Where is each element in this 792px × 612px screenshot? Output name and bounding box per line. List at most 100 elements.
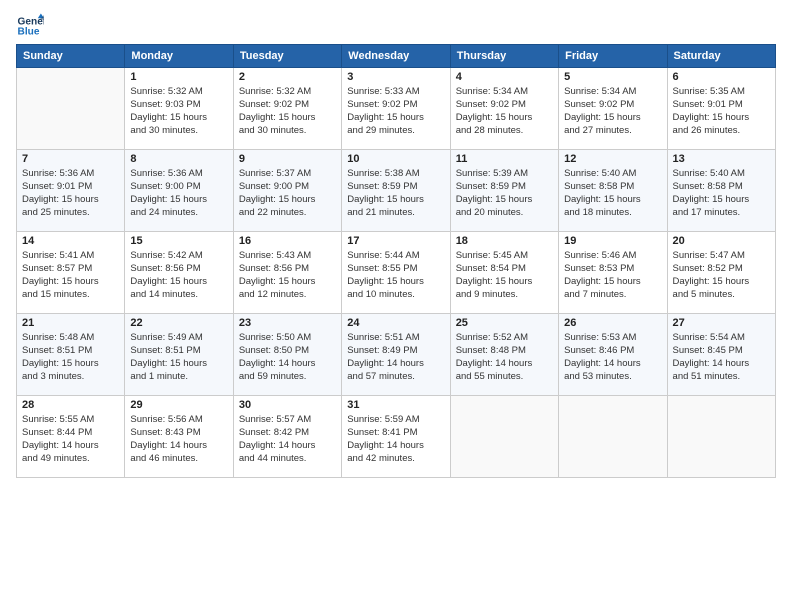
day-info: Sunrise: 5:46 AM Sunset: 8:53 PM Dayligh… [564,249,661,301]
day-number: 2 [239,71,336,83]
day-number: 24 [347,317,444,329]
day-info: Sunrise: 5:54 AM Sunset: 8:45 PM Dayligh… [673,331,770,383]
weekday-header-thursday: Thursday [450,45,558,68]
day-number: 29 [130,399,227,411]
calendar-cell: 21 Sunrise: 5:48 AM Sunset: 8:51 PM Dayli… [17,314,125,396]
calendar-cell: 2Sunrise: 5:32 AM Sunset: 9:02 PM Daylig… [233,68,341,150]
calendar-week-1: 1 Sunrise: 5:32 AM Sunset: 9:03 PM Daylig… [17,68,776,150]
day-number: 9 [239,153,336,165]
day-info: Sunrise: 5:49 AM Sunset: 8:51 PM Dayligh… [130,331,227,383]
day-info: Sunrise: 5:57 AM Sunset: 8:42 PM Dayligh… [239,413,336,465]
calendar-week-4: 21 Sunrise: 5:48 AM Sunset: 8:51 PM Dayli… [17,314,776,396]
day-number: 7 [22,153,119,165]
calendar-cell [17,68,125,150]
calendar-cell: 4Sunrise: 5:34 AM Sunset: 9:02 PM Daylig… [450,68,558,150]
calendar-cell: 7 Sunrise: 5:36 AM Sunset: 9:01 PM Daylig… [17,150,125,232]
day-info: Sunrise: 5:45 AM Sunset: 8:54 PM Dayligh… [456,249,553,301]
day-info: Sunrise: 5:41 AM Sunset: 8:57 PM Dayligh… [22,249,119,301]
day-number: 30 [239,399,336,411]
day-info: Sunrise: 5:39 AM Sunset: 8:59 PM Dayligh… [456,167,553,219]
calendar-cell: 30 Sunrise: 5:57 AM Sunset: 8:42 PM Dayli… [233,396,341,478]
day-number: 19 [564,235,661,247]
calendar-cell: 28 Sunrise: 5:55 AM Sunset: 8:44 PM Dayli… [17,396,125,478]
day-info: Sunrise: 5:53 AM Sunset: 8:46 PM Dayligh… [564,331,661,383]
day-number: 31 [347,399,444,411]
day-info: Sunrise: 5:42 AM Sunset: 8:56 PM Dayligh… [130,249,227,301]
day-info: Sunrise: 5:40 AM Sunset: 8:58 PM Dayligh… [673,167,770,219]
weekday-header-saturday: Saturday [667,45,775,68]
calendar-cell: 10 Sunrise: 5:38 AM Sunset: 8:59 PM Dayli… [342,150,450,232]
calendar-header-row: SundayMondayTuesdayWednesdayThursdayFrid… [17,45,776,68]
weekday-header-sunday: Sunday [17,45,125,68]
weekday-header-tuesday: Tuesday [233,45,341,68]
day-info: Sunrise: 5:43 AM Sunset: 8:56 PM Dayligh… [239,249,336,301]
day-info: Sunrise: 5:59 AM Sunset: 8:41 PM Dayligh… [347,413,444,465]
day-info: Sunrise: 5:44 AM Sunset: 8:55 PM Dayligh… [347,249,444,301]
day-number: 10 [347,153,444,165]
calendar-cell [450,396,558,478]
day-number: 17 [347,235,444,247]
calendar-cell: 3 Sunrise: 5:33 AM Sunset: 9:02 PM Daylig… [342,68,450,150]
calendar-cell: 19 Sunrise: 5:46 AM Sunset: 8:53 PM Dayli… [559,232,667,314]
day-info: Sunrise: 5:50 AM Sunset: 8:50 PM Dayligh… [239,331,336,383]
day-number: 22 [130,317,227,329]
day-info: Sunrise: 5:37 AM Sunset: 9:00 PM Dayligh… [239,167,336,219]
day-number: 26 [564,317,661,329]
day-info: Sunrise: 5:35 AM Sunset: 9:01 PM Dayligh… [673,85,770,137]
day-number: 20 [673,235,770,247]
page: General Blue SundayMondayTuesdayWednesda… [0,0,792,488]
day-info: Sunrise: 5:36 AM Sunset: 9:00 PM Dayligh… [130,167,227,219]
calendar-cell: 9 Sunrise: 5:37 AM Sunset: 9:00 PM Daylig… [233,150,341,232]
calendar-cell: 24 Sunrise: 5:51 AM Sunset: 8:49 PM Dayli… [342,314,450,396]
calendar-cell: 11 Sunrise: 5:39 AM Sunset: 8:59 PM Dayli… [450,150,558,232]
header: General Blue [16,12,776,40]
calendar-cell: 23Sunrise: 5:50 AM Sunset: 8:50 PM Dayli… [233,314,341,396]
day-number: 3 [347,71,444,83]
day-info: Sunrise: 5:36 AM Sunset: 9:01 PM Dayligh… [22,167,119,219]
day-info: Sunrise: 5:52 AM Sunset: 8:48 PM Dayligh… [456,331,553,383]
logo-icon: General Blue [16,12,44,40]
day-number: 11 [456,153,553,165]
calendar-table: SundayMondayTuesdayWednesdayThursdayFrid… [16,44,776,478]
weekday-header-monday: Monday [125,45,233,68]
day-number: 14 [22,235,119,247]
calendar-week-2: 7 Sunrise: 5:36 AM Sunset: 9:01 PM Daylig… [17,150,776,232]
calendar-cell: 29 Sunrise: 5:56 AM Sunset: 8:43 PM Dayli… [125,396,233,478]
day-number: 28 [22,399,119,411]
day-info: Sunrise: 5:38 AM Sunset: 8:59 PM Dayligh… [347,167,444,219]
calendar-cell: 8 Sunrise: 5:36 AM Sunset: 9:00 PM Daylig… [125,150,233,232]
day-info: Sunrise: 5:47 AM Sunset: 8:52 PM Dayligh… [673,249,770,301]
calendar-cell: 26 Sunrise: 5:53 AM Sunset: 8:46 PM Dayli… [559,314,667,396]
calendar-cell [559,396,667,478]
day-info: Sunrise: 5:56 AM Sunset: 8:43 PM Dayligh… [130,413,227,465]
day-number: 27 [673,317,770,329]
calendar-cell: 17 Sunrise: 5:44 AM Sunset: 8:55 PM Dayli… [342,232,450,314]
logo: General Blue [16,12,46,40]
calendar-cell: 20 Sunrise: 5:47 AM Sunset: 8:52 PM Dayli… [667,232,775,314]
calendar-cell: 6Sunrise: 5:35 AM Sunset: 9:01 PM Daylig… [667,68,775,150]
calendar-cell: 5Sunrise: 5:34 AM Sunset: 9:02 PM Daylig… [559,68,667,150]
svg-text:Blue: Blue [18,27,40,38]
calendar-cell: 15Sunrise: 5:42 AM Sunset: 8:56 PM Dayli… [125,232,233,314]
day-info: Sunrise: 5:51 AM Sunset: 8:49 PM Dayligh… [347,331,444,383]
day-number: 5 [564,71,661,83]
day-info: Sunrise: 5:40 AM Sunset: 8:58 PM Dayligh… [564,167,661,219]
day-number: 25 [456,317,553,329]
day-number: 8 [130,153,227,165]
day-number: 18 [456,235,553,247]
day-number: 16 [239,235,336,247]
day-number: 12 [564,153,661,165]
day-info: Sunrise: 5:32 AM Sunset: 9:03 PM Dayligh… [130,85,227,137]
calendar-cell [667,396,775,478]
day-number: 21 [22,317,119,329]
calendar-cell: 18 Sunrise: 5:45 AM Sunset: 8:54 PM Dayli… [450,232,558,314]
day-number: 1 [130,71,227,83]
weekday-header-friday: Friday [559,45,667,68]
calendar-cell: 16 Sunrise: 5:43 AM Sunset: 8:56 PM Dayli… [233,232,341,314]
calendar-cell: 1 Sunrise: 5:32 AM Sunset: 9:03 PM Daylig… [125,68,233,150]
day-info: Sunrise: 5:48 AM Sunset: 8:51 PM Dayligh… [22,331,119,383]
day-info: Sunrise: 5:33 AM Sunset: 9:02 PM Dayligh… [347,85,444,137]
calendar-week-5: 28 Sunrise: 5:55 AM Sunset: 8:44 PM Dayli… [17,396,776,478]
day-info: Sunrise: 5:55 AM Sunset: 8:44 PM Dayligh… [22,413,119,465]
calendar-cell: 22 Sunrise: 5:49 AM Sunset: 8:51 PM Dayli… [125,314,233,396]
